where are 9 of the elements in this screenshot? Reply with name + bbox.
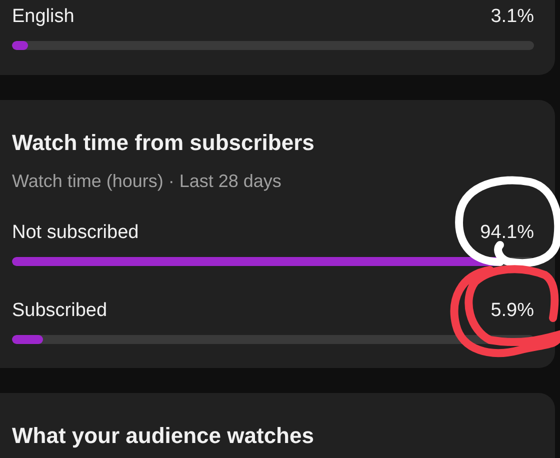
card-subtitle: Watch time (hours) · Last 28 days [12,170,282,193]
card-title: Watch time from subscribers [12,129,316,157]
language-label: English [12,5,74,29]
percentage-value: 94.1% [480,221,534,245]
percentage-value: 5.9% [490,299,534,323]
card-title: What your audience watches [12,422,315,450]
row-label: Subscribed [12,299,108,323]
percentage-value: 3.1% [490,5,534,29]
row-label: Not subscribed [12,221,139,245]
